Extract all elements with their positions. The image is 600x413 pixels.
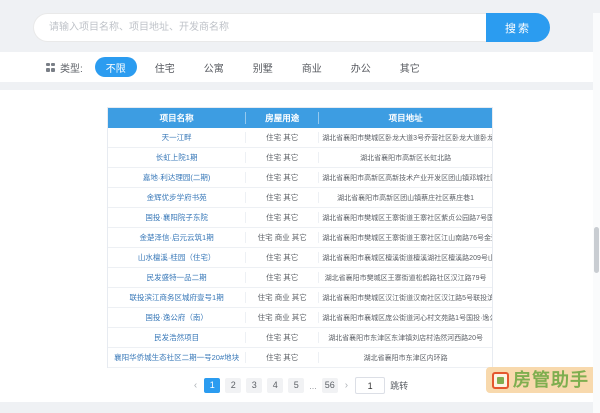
project-name-link[interactable]: 天一江畔 <box>108 132 247 143</box>
search-input[interactable] <box>33 13 486 42</box>
more-pages-ellipsis[interactable]: ... <box>309 381 317 391</box>
page-button-56[interactable]: 56 <box>321 378 338 393</box>
usage-cell: 住宅 其它 <box>246 192 320 203</box>
jump-page-input[interactable] <box>355 377 386 394</box>
usage-cell: 住宅 商业 其它 <box>246 232 320 243</box>
type-filter-option-其它[interactable]: 其它 <box>389 57 431 77</box>
watermark-logo-icon <box>492 371 509 389</box>
next-page-arrow[interactable]: › <box>343 380 350 391</box>
address-cell: 湖北省襄阳市高新区长虹北路 <box>360 154 452 162</box>
table-row: 国投·襄阳院子东院住宅 其它湖北省襄阳市樊城区王寨街道王寨社区紫贞公园路7号国投… <box>108 208 492 228</box>
scrollbar-thumb[interactable] <box>594 227 599 273</box>
project-name-link[interactable]: 民发浩然项目 <box>108 332 247 343</box>
category-grid-icon <box>46 62 55 72</box>
address-cell: 湖北省襄阳市樊城区王寨街道王寨社区紫贞公园路7号国投·襄阳院子东院 <box>322 214 492 222</box>
page-button-5[interactable]: 5 <box>288 378 305 393</box>
usage-cell: 住宅 其它 <box>246 332 320 343</box>
project-name-link[interactable]: 襄阳华侨城生态社区二期一号20#地块 <box>108 352 247 363</box>
results-card: 项目名称 房屋用途 项目地址 天一江畔 住宅 其它 湖北省襄阳市樊城区卧龙大道3号乔营社… <box>0 90 600 402</box>
address-cell: 湖北省襄阳市东津区东津镇刘店村浩然河西路20号 <box>328 334 483 342</box>
page-button-2[interactable]: 2 <box>225 378 242 393</box>
search-button[interactable]: 搜索 <box>486 13 550 42</box>
table-row: 民发浩然项目 住宅 其它 湖北省襄阳市东津区东津镇刘店村浩然河西路20号 <box>108 328 492 348</box>
type-filter-option-住宅[interactable]: 住宅 <box>144 57 186 77</box>
type-filter-option-别墅[interactable]: 别墅 <box>242 57 284 77</box>
type-filter-label: 类型: <box>60 63 83 75</box>
table-header-row: 项目名称 房屋用途 项目地址 <box>108 108 492 128</box>
page-button-3[interactable]: 3 <box>246 378 263 393</box>
project-name-link[interactable]: 国投·襄阳院子东院 <box>108 212 247 223</box>
table-row: 民发盛特一品二期 住宅 其它 湖北省襄阳市樊城区王寨街道松鹤路社区汉江路79号 <box>108 268 492 288</box>
type-filter-options: 不限 住宅 公寓 别墅 商业 办公 其它 <box>94 57 438 77</box>
projects-table: 项目名称 房屋用途 项目地址 天一江畔 住宅 其它 湖北省襄阳市樊城区卧龙大道3号乔营社… <box>107 107 493 368</box>
usage-cell: 住宅 其它 <box>246 252 320 263</box>
column-header: 项目名称 <box>108 112 247 124</box>
usage-cell: 住宅 其它 <box>246 172 320 183</box>
project-name-link[interactable]: 国投·逸公府（南） <box>108 312 247 323</box>
table-row: 联投滨江商务区城府壹号1期 住宅 商业 其它 湖北省襄阳市樊城区汉江街道汉南社区汉江… <box>108 288 492 308</box>
usage-cell: 住宅 其它 <box>246 152 320 163</box>
column-header: 房屋用途 <box>246 112 320 124</box>
address-cell: 湖北省襄阳市襄城区庞公街道河心村文苑路1号国投·逸公府（南） <box>322 314 492 322</box>
address-cell: 湖北省襄阳市东津区内环路 <box>363 354 448 362</box>
table-body: 天一江畔 住宅 其它 湖北省襄阳市樊城区卧龙大道3号乔营社区卧龙大道卧龙大道 长虹上院… <box>108 128 492 368</box>
table-row: 长虹上院1期 住宅 其它 湖北省襄阳市高新区长虹北路 <box>108 148 492 168</box>
address-cell: 湖北省襄阳市樊城区汉江街道汉南社区汉江路5号联投滨江商务区 <box>322 294 492 302</box>
project-name-link[interactable]: 民发盛特一品二期 <box>108 272 247 283</box>
table-row: 金楚泽信·启元云筑1期 住宅 商业 其它 湖北省襄阳市樊城区王寨街道王寨社区江山南路… <box>108 228 492 248</box>
usage-cell: 住宅 其它 <box>246 212 320 223</box>
watermark-badge: 房管助手 <box>486 367 598 393</box>
address-cell: 湖北省襄阳市高新区团山镇蔡庄社区蔡庄巷1 <box>337 194 475 202</box>
page-button-4[interactable]: 4 <box>267 378 284 393</box>
address-cell: 湖北省襄阳市高新区高新技术产业开发区团山镇邓城社区桃园路20号嘉地·利... <box>322 174 492 182</box>
vertical-scrollbar[interactable] <box>593 13 600 413</box>
address-cell: 湖北省襄阳市樊城区王寨街道松鹤路社区汉江路79号 <box>324 274 487 282</box>
project-name-link[interactable]: 金辉优步学府书苑 <box>108 192 247 203</box>
table-row: 金辉优步学府书苑 住宅 其它 湖北省襄阳市高新区团山镇蔡庄社区蔡庄巷1 <box>108 188 492 208</box>
table-row: 嘉地·利达理园(二期) 住宅 其它 湖北省襄阳市高新区高新技术产业开发区团山镇邓城社… <box>108 168 492 188</box>
usage-cell: 住宅 其它 <box>246 272 320 283</box>
type-filter-option-公寓[interactable]: 公寓 <box>193 57 235 77</box>
usage-cell: 住宅 其它 <box>246 132 320 143</box>
type-filter-option-办公[interactable]: 办公 <box>340 57 382 77</box>
table-row: 国投·逸公府（南） 住宅 商业 其它 湖北省襄阳市襄城区庞公街道河心村文苑路1号国投… <box>108 308 492 328</box>
table-row: 天一江畔 住宅 其它 湖北省襄阳市樊城区卧龙大道3号乔营社区卧龙大道卧龙大道 <box>108 128 492 148</box>
usage-cell: 住宅 其它 <box>246 352 320 363</box>
page-button-1[interactable]: 1 <box>204 378 221 393</box>
search-bar: 搜索 <box>33 13 550 42</box>
type-filter-option-不限[interactable]: 不限 <box>94 57 137 77</box>
type-filter-option-商业[interactable]: 商业 <box>291 57 333 77</box>
prev-page-arrow[interactable]: ‹ <box>192 380 199 391</box>
project-name-link[interactable]: 长虹上院1期 <box>108 152 247 163</box>
table-row: 襄阳华侨城生态社区二期一号20#地块 住宅 其它 湖北省襄阳市东津区内环路 <box>108 348 492 368</box>
column-header: 项目地址 <box>388 113 423 123</box>
usage-cell: 住宅 商业 其它 <box>246 312 320 323</box>
project-name-link[interactable]: 嘉地·利达理园(二期) <box>108 172 247 183</box>
usage-cell: 住宅 商业 其它 <box>246 292 320 303</box>
jump-button[interactable]: 跳转 <box>390 379 408 392</box>
address-cell: 湖北省襄阳市襄城区檀溪街道檀溪湖社区檀溪路209号山水檀溪·桂园 <box>322 254 492 262</box>
project-name-link[interactable]: 山水檀溪·桂园（住宅） <box>108 252 247 263</box>
address-cell: 湖北省襄阳市樊城区王寨街道王寨社区江山南路76号金楚泽信·启元云筑 <box>322 234 492 242</box>
project-name-link[interactable]: 联投滨江商务区城府壹号1期 <box>108 292 247 303</box>
address-cell: 湖北省襄阳市樊城区卧龙大道3号乔营社区卧龙大道卧龙大道 <box>322 134 492 142</box>
project-name-link[interactable]: 金楚泽信·启元云筑1期 <box>108 232 247 243</box>
table-row: 山水檀溪·桂园（住宅） 住宅 其它 湖北省襄阳市襄城区檀溪街道檀溪湖社区檀溪路209… <box>108 248 492 268</box>
watermark-text: 房管助手 <box>513 370 589 390</box>
type-filter-bar: 类型: 不限 住宅 公寓 别墅 商业 办公 其它 <box>0 52 600 82</box>
